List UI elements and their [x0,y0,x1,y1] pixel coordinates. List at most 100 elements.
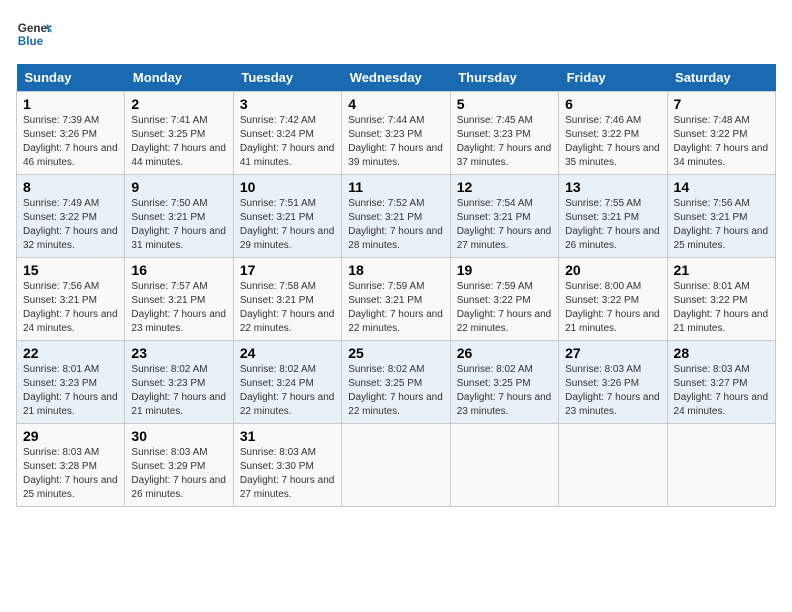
day-detail: Sunrise: 7:49 AM Sunset: 3:22 PM Dayligh… [23,197,118,253]
day-detail: Sunrise: 7:52 AM Sunset: 3:21 PM Dayligh… [348,197,443,253]
day-detail: Sunrise: 8:03 AM Sunset: 3:29 PM Dayligh… [131,446,226,502]
weekday-header-wednesday: Wednesday [342,64,450,92]
day-number: 4 [348,96,443,112]
day-number: 26 [457,345,552,361]
day-number: 31 [240,428,335,444]
calendar-cell: 20 Sunrise: 8:00 AM Sunset: 3:22 PM Dayl… [559,258,667,341]
logo: General Blue [16,16,56,52]
weekday-header-row: SundayMondayTuesdayWednesdayThursdayFrid… [17,64,776,92]
calendar-table: SundayMondayTuesdayWednesdayThursdayFrid… [16,64,776,507]
day-number: 21 [674,262,769,278]
day-detail: Sunrise: 8:03 AM Sunset: 3:26 PM Dayligh… [565,363,660,419]
day-number: 6 [565,96,660,112]
calendar-cell [450,424,558,507]
weekday-header-monday: Monday [125,64,233,92]
calendar-cell: 31 Sunrise: 8:03 AM Sunset: 3:30 PM Dayl… [233,424,341,507]
day-detail: Sunrise: 7:42 AM Sunset: 3:24 PM Dayligh… [240,114,335,170]
day-detail: Sunrise: 7:44 AM Sunset: 3:23 PM Dayligh… [348,114,443,170]
day-detail: Sunrise: 8:02 AM Sunset: 3:25 PM Dayligh… [457,363,552,419]
calendar-cell: 10 Sunrise: 7:51 AM Sunset: 3:21 PM Dayl… [233,175,341,258]
day-number: 2 [131,96,226,112]
weekday-header-friday: Friday [559,64,667,92]
day-number: 30 [131,428,226,444]
day-detail: Sunrise: 7:51 AM Sunset: 3:21 PM Dayligh… [240,197,335,253]
weekday-header-saturday: Saturday [667,64,775,92]
day-detail: Sunrise: 7:41 AM Sunset: 3:25 PM Dayligh… [131,114,226,170]
weekday-header-sunday: Sunday [17,64,125,92]
day-number: 15 [23,262,118,278]
day-detail: Sunrise: 8:03 AM Sunset: 3:27 PM Dayligh… [674,363,769,419]
day-detail: Sunrise: 8:02 AM Sunset: 3:24 PM Dayligh… [240,363,335,419]
weekday-header-tuesday: Tuesday [233,64,341,92]
day-detail: Sunrise: 8:01 AM Sunset: 3:23 PM Dayligh… [23,363,118,419]
svg-text:Blue: Blue [18,35,44,48]
calendar-cell: 2 Sunrise: 7:41 AM Sunset: 3:25 PM Dayli… [125,92,233,175]
day-detail: Sunrise: 7:57 AM Sunset: 3:21 PM Dayligh… [131,280,226,336]
calendar-cell: 5 Sunrise: 7:45 AM Sunset: 3:23 PM Dayli… [450,92,558,175]
day-number: 10 [240,179,335,195]
day-detail: Sunrise: 8:03 AM Sunset: 3:28 PM Dayligh… [23,446,118,502]
calendar-cell: 25 Sunrise: 8:02 AM Sunset: 3:25 PM Dayl… [342,341,450,424]
page-header: General Blue [16,16,776,52]
day-number: 7 [674,96,769,112]
day-detail: Sunrise: 7:55 AM Sunset: 3:21 PM Dayligh… [565,197,660,253]
day-detail: Sunrise: 7:50 AM Sunset: 3:21 PM Dayligh… [131,197,226,253]
day-number: 1 [23,96,118,112]
day-number: 18 [348,262,443,278]
day-detail: Sunrise: 8:03 AM Sunset: 3:30 PM Dayligh… [240,446,335,502]
day-number: 23 [131,345,226,361]
calendar-cell: 4 Sunrise: 7:44 AM Sunset: 3:23 PM Dayli… [342,92,450,175]
calendar-cell [342,424,450,507]
calendar-body: 1 Sunrise: 7:39 AM Sunset: 3:26 PM Dayli… [17,92,776,507]
calendar-cell [559,424,667,507]
day-detail: Sunrise: 8:01 AM Sunset: 3:22 PM Dayligh… [674,280,769,336]
day-detail: Sunrise: 7:39 AM Sunset: 3:26 PM Dayligh… [23,114,118,170]
calendar-week-4: 22 Sunrise: 8:01 AM Sunset: 3:23 PM Dayl… [17,341,776,424]
calendar-cell: 6 Sunrise: 7:46 AM Sunset: 3:22 PM Dayli… [559,92,667,175]
calendar-cell: 19 Sunrise: 7:59 AM Sunset: 3:22 PM Dayl… [450,258,558,341]
day-detail: Sunrise: 8:02 AM Sunset: 3:25 PM Dayligh… [348,363,443,419]
calendar-cell: 1 Sunrise: 7:39 AM Sunset: 3:26 PM Dayli… [17,92,125,175]
day-number: 11 [348,179,443,195]
calendar-cell: 16 Sunrise: 7:57 AM Sunset: 3:21 PM Dayl… [125,258,233,341]
calendar-cell: 28 Sunrise: 8:03 AM Sunset: 3:27 PM Dayl… [667,341,775,424]
day-detail: Sunrise: 7:45 AM Sunset: 3:23 PM Dayligh… [457,114,552,170]
calendar-cell: 24 Sunrise: 8:02 AM Sunset: 3:24 PM Dayl… [233,341,341,424]
calendar-cell: 9 Sunrise: 7:50 AM Sunset: 3:21 PM Dayli… [125,175,233,258]
calendar-cell: 12 Sunrise: 7:54 AM Sunset: 3:21 PM Dayl… [450,175,558,258]
calendar-cell: 15 Sunrise: 7:56 AM Sunset: 3:21 PM Dayl… [17,258,125,341]
day-number: 14 [674,179,769,195]
day-number: 22 [23,345,118,361]
calendar-week-1: 1 Sunrise: 7:39 AM Sunset: 3:26 PM Dayli… [17,92,776,175]
day-detail: Sunrise: 7:58 AM Sunset: 3:21 PM Dayligh… [240,280,335,336]
calendar-cell [667,424,775,507]
day-detail: Sunrise: 8:00 AM Sunset: 3:22 PM Dayligh… [565,280,660,336]
day-number: 19 [457,262,552,278]
day-detail: Sunrise: 8:02 AM Sunset: 3:23 PM Dayligh… [131,363,226,419]
calendar-cell: 3 Sunrise: 7:42 AM Sunset: 3:24 PM Dayli… [233,92,341,175]
weekday-header-thursday: Thursday [450,64,558,92]
calendar-cell: 13 Sunrise: 7:55 AM Sunset: 3:21 PM Dayl… [559,175,667,258]
day-number: 27 [565,345,660,361]
calendar-cell: 17 Sunrise: 7:58 AM Sunset: 3:21 PM Dayl… [233,258,341,341]
day-number: 17 [240,262,335,278]
day-number: 12 [457,179,552,195]
day-number: 25 [348,345,443,361]
day-detail: Sunrise: 7:59 AM Sunset: 3:22 PM Dayligh… [457,280,552,336]
calendar-week-3: 15 Sunrise: 7:56 AM Sunset: 3:21 PM Dayl… [17,258,776,341]
calendar-cell: 29 Sunrise: 8:03 AM Sunset: 3:28 PM Dayl… [17,424,125,507]
day-number: 3 [240,96,335,112]
day-detail: Sunrise: 7:56 AM Sunset: 3:21 PM Dayligh… [674,197,769,253]
calendar-cell: 30 Sunrise: 8:03 AM Sunset: 3:29 PM Dayl… [125,424,233,507]
day-detail: Sunrise: 7:56 AM Sunset: 3:21 PM Dayligh… [23,280,118,336]
calendar-cell: 27 Sunrise: 8:03 AM Sunset: 3:26 PM Dayl… [559,341,667,424]
day-number: 5 [457,96,552,112]
calendar-cell: 11 Sunrise: 7:52 AM Sunset: 3:21 PM Dayl… [342,175,450,258]
day-detail: Sunrise: 7:46 AM Sunset: 3:22 PM Dayligh… [565,114,660,170]
calendar-cell: 14 Sunrise: 7:56 AM Sunset: 3:21 PM Dayl… [667,175,775,258]
day-detail: Sunrise: 7:54 AM Sunset: 3:21 PM Dayligh… [457,197,552,253]
logo-icon: General Blue [16,16,52,52]
day-number: 24 [240,345,335,361]
calendar-cell: 7 Sunrise: 7:48 AM Sunset: 3:22 PM Dayli… [667,92,775,175]
calendar-week-5: 29 Sunrise: 8:03 AM Sunset: 3:28 PM Dayl… [17,424,776,507]
